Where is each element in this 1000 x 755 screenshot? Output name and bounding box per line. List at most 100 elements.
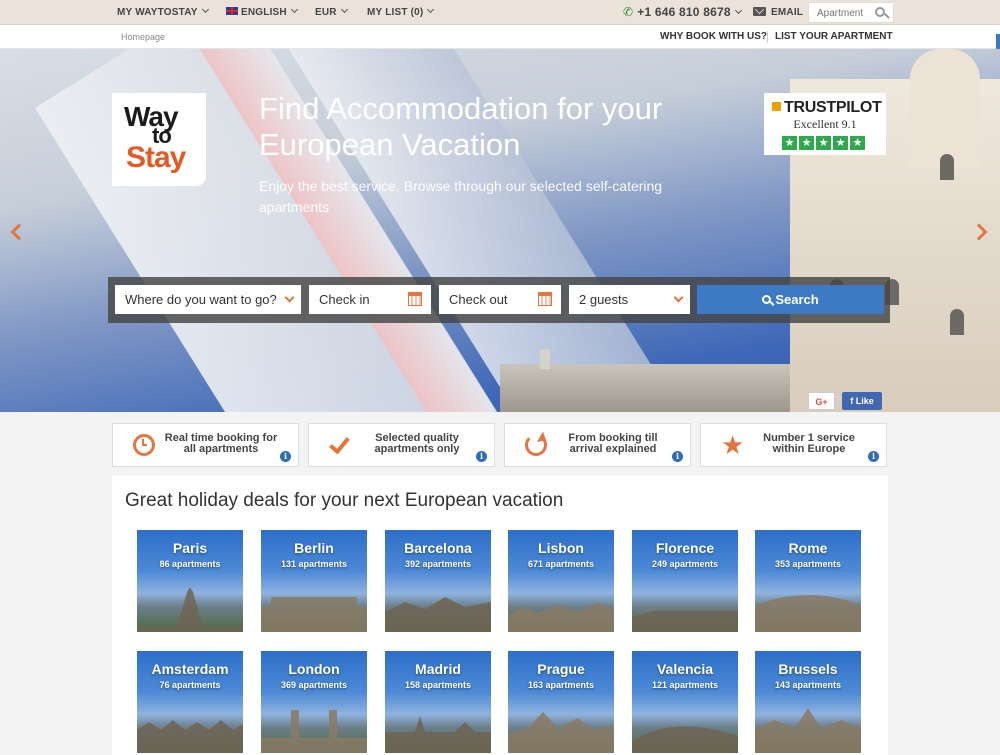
city-card-amsterdam[interactable]: Amsterdam 76 apartments [137,651,243,753]
city-apartment-count: 143 apartments [774,680,842,690]
feature-text: Number 1 service within Europe [763,432,855,455]
destination-select[interactable]: Where do you want to go? [115,285,301,314]
city-name: Paris [172,540,208,556]
waytostay-logo[interactable]: Way to Stay [112,93,206,186]
breadcrumb-homepage[interactable]: Homepage [121,25,165,49]
currency-label: EUR [315,7,337,18]
window [940,154,954,180]
city-landmark-image [261,597,367,632]
chevron-down-icon [284,292,295,303]
city-landmark-image [508,603,614,632]
check-icon [329,434,351,456]
church-tower [910,49,980,169]
city-card-brussels[interactable]: Brussels 143 apartments [755,651,861,753]
feature-real-time-booking: Real time booking for all apartments i [112,423,299,467]
my-waytostay-menu[interactable]: MY WAYTOSTAY [117,0,209,25]
star-icon: ★ [721,430,745,460]
my-list-menu[interactable]: MY LIST (0) [367,0,435,25]
city-name: Valencia [656,661,714,677]
envelope-icon [753,7,766,16]
info-icon[interactable]: i [868,451,879,462]
hero-title: Find Accommodation for your European Vac… [259,91,663,162]
feature-text: Selected quality apartments only [374,432,460,455]
window [950,309,964,335]
city-apartment-count: 76 apartments [159,680,221,690]
clock-icon [133,434,155,456]
city-name: Rome [788,540,828,556]
email-link[interactable]: EMAIL [753,0,803,25]
city-name: Brussels [778,661,838,677]
city-apartment-count: 121 apartments [651,680,719,690]
info-icon[interactable]: i [672,451,683,462]
city-card-london[interactable]: London 369 apartments [261,651,367,753]
city-apartment-count: 369 apartments [280,680,348,690]
info-icon[interactable]: i [476,451,487,462]
chevron-down-icon [340,5,348,14]
city-apartment-count: 158 apartments [404,680,472,690]
chevron-down-icon [290,5,298,14]
chevron-down-icon [734,6,742,15]
why-book-link[interactable]: WHY BOOK WITH US? [660,25,767,49]
city-card-madrid[interactable]: Madrid 158 apartments [385,651,491,753]
city-apartment-count: 86 apartments [159,559,221,569]
chevron-down-icon [427,5,435,14]
carousel-prev-arrow-icon[interactable] [10,223,28,241]
city-name: Amsterdam [151,661,229,677]
search-icon[interactable] [875,7,885,17]
trustpilot-title: TRUSTPILOT [772,99,882,117]
hero-banner: Way to Stay Find Accommodation for your … [0,49,1000,412]
checkin-field[interactable]: Check in [309,285,431,314]
city-name: Lisbon [538,540,584,556]
apartment-search-input[interactable] [809,4,871,23]
phone-menu[interactable]: ✆ +1 646 810 8678 [623,0,742,25]
city-card-lisbon[interactable]: Lisbon 671 apartments [508,530,614,632]
checkout-field[interactable]: Check out [439,285,561,314]
phone-number: +1 646 810 8678 [637,5,731,19]
city-name: London [288,661,340,677]
city-name: Berlin [294,540,334,556]
calendar-icon [538,292,552,306]
currency-selector[interactable]: EUR [315,0,348,25]
city-apartment-count: 249 apartments [651,559,719,569]
search-button[interactable]: Search [697,285,884,314]
city-landmark-image [385,716,491,753]
deals-heading: Great holiday deals for your next Europe… [125,490,564,511]
language-selector[interactable]: ENGLISH [226,0,298,25]
city-card-rome[interactable]: Rome 353 apartments [755,530,861,632]
city-name: Florence [655,540,715,556]
city-card-florence[interactable]: Florence 249 apartments [632,530,738,632]
city-apartment-count: 163 apartments [527,680,595,690]
city-landmark-image [508,712,614,753]
city-card-valencia[interactable]: Valencia 121 apartments [632,651,738,753]
guests-select[interactable]: 2 guests [569,285,690,314]
language-label: ENGLISH [241,7,287,18]
trustpilot-stars: ★ ★ ★ ★ ★ [782,133,867,151]
city-landmark-image [632,611,738,632]
city-name: Barcelona [404,540,472,556]
hero-subtitle: Enjoy the best service. Browse through o… [259,178,663,215]
trustpilot-check-icon [772,102,781,111]
info-icon[interactable]: i [280,451,291,462]
trustpilot-badge[interactable]: TRUSTPILOT Excellent 9.1 ★ ★ ★ ★ ★ [764,93,886,155]
city-card-berlin[interactable]: Berlin 131 apartments [261,530,367,632]
list-apartment-link[interactable]: LIST YOUR APARTMENT [775,25,893,49]
secondary-bar: Homepage WHY BOOK WITH US? LIST YOUR APA… [0,25,1000,49]
city-apartment-count: 671 apartments [527,559,595,569]
city-landmark-image [632,726,738,753]
email-label: EMAIL [771,7,804,18]
facebook-like-label: Like [855,396,874,406]
city-apartment-count: 353 apartments [774,559,842,569]
city-card-prague[interactable]: Prague 163 apartments [508,651,614,753]
guests-label: 2 guests [579,292,629,307]
google-plus-button[interactable]: G+ [808,392,835,410]
checkin-label: Check in [319,292,370,307]
facebook-like-button[interactable]: f Like [842,392,882,410]
calendar-icon [408,292,422,306]
city-card-paris[interactable]: Paris 86 apartments [137,530,243,632]
uk-flag-icon [226,7,238,15]
city-card-barcelona[interactable]: Barcelona 392 apartments [385,530,491,632]
city-landmark-image [137,587,243,632]
city-name: Prague [537,661,585,677]
chevron-down-icon [673,292,684,303]
city-landmark-image [137,720,243,753]
